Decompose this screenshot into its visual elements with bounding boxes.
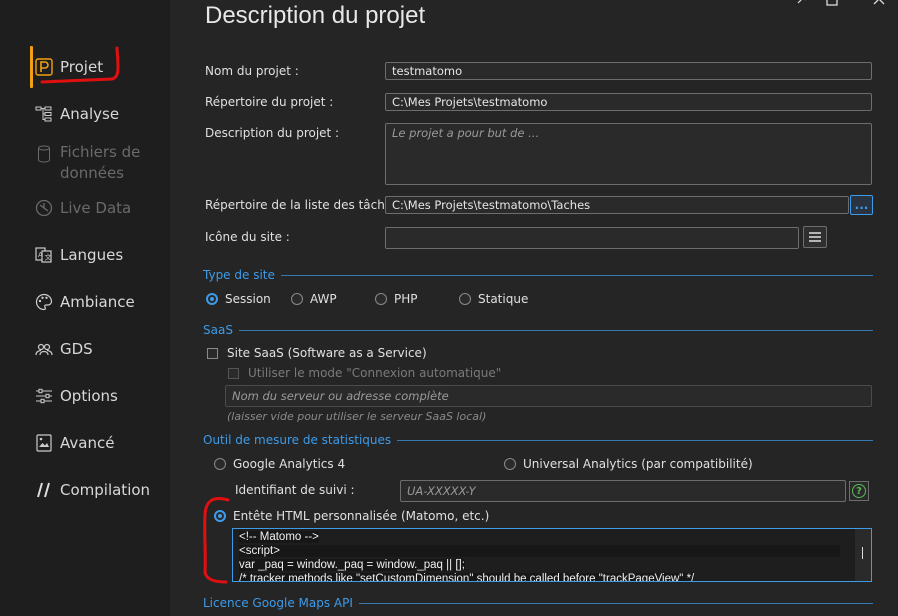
radio-custom-html-label: Entête HTML personnalisée (Matomo, etc.) xyxy=(233,509,490,523)
live-data-icon xyxy=(34,198,54,218)
pin-icon[interactable] xyxy=(795,0,809,6)
saas-server-hint: (laisser vide pour utiliser le serveur S… xyxy=(227,410,487,423)
tracking-id-label: Identifiant de suivi : xyxy=(235,483,355,497)
active-indicator xyxy=(30,46,33,88)
project-description-label: Description du projet : xyxy=(205,126,340,140)
sidebar-item-options[interactable]: Options xyxy=(34,381,118,411)
saas-checkbox[interactable]: Site SaaS (Software as a Service) xyxy=(207,346,427,360)
radio-ga4-label: Google Analytics 4 xyxy=(233,457,346,471)
code-line-3: var _paq = window._paq = window._paq || … xyxy=(239,559,465,571)
project-name-label: Nom du projet : xyxy=(205,64,299,78)
radio-custom-html-header[interactable]: Entête HTML personnalisée (Matomo, etc.) xyxy=(214,509,489,523)
sidebar-item-ambiance[interactable]: Ambiance xyxy=(34,287,135,317)
sidebar-item-label: Compilation xyxy=(60,481,151,499)
database-icon xyxy=(34,144,54,164)
radio-session[interactable]: Session xyxy=(206,292,271,306)
code-line-1: <!-- Matomo --> xyxy=(239,531,319,543)
sidebar-item-live-data[interactable]: Live Data xyxy=(34,193,131,223)
radio-session-label: Session xyxy=(225,292,271,306)
gds-users-icon xyxy=(34,339,54,359)
stats-title: Outil de mesure de statistiques xyxy=(203,433,392,447)
saas-checkbox-label: Site SaaS (Software as a Service) xyxy=(227,346,427,360)
analysis-tree-icon xyxy=(34,104,54,124)
project-p-icon xyxy=(34,57,54,77)
site-type-section-header: Type de site xyxy=(203,267,873,283)
hamburger-icon xyxy=(809,232,821,242)
radio-statique[interactable]: Statique xyxy=(459,292,528,306)
options-sliders-icon xyxy=(34,386,54,406)
advanced-image-icon xyxy=(34,433,54,453)
radio-statique-label: Statique xyxy=(478,292,529,306)
stats-section-header: Outil de mesure de statistiques xyxy=(203,432,873,448)
site-icon-menu-button[interactable] xyxy=(803,226,827,248)
saas-server-input[interactable]: Nom du serveur ou adresse complète xyxy=(225,385,872,407)
site-type-title: Type de site xyxy=(203,268,275,282)
radio-php-label: PHP xyxy=(394,292,418,306)
project-dir-input[interactable]: C:\Mes Projets\testmatomo xyxy=(385,93,872,111)
close-icon[interactable] xyxy=(872,0,886,6)
sidebar-item-label: Options xyxy=(60,387,118,405)
maps-title: Licence Google Maps API xyxy=(203,596,353,610)
radio-php[interactable]: PHP xyxy=(375,292,418,306)
tasks-dir-label: Répertoire de la liste des tâches : xyxy=(205,198,407,212)
tasks-dir-input[interactable]: C:\Mes Projets\testmatomo\Taches xyxy=(385,196,849,214)
help-question-icon: ? xyxy=(852,484,866,498)
saas-section-header: SaaS xyxy=(203,322,873,338)
sidebar-item-label: Live Data xyxy=(60,199,132,217)
site-icon-label: Icône du site : xyxy=(205,230,290,244)
languages-icon: A文 xyxy=(34,245,54,265)
radio-ua-label: Universal Analytics (par compatibilité) xyxy=(523,457,753,471)
tracking-id-input[interactable]: UA-XXXXX-Y xyxy=(400,480,846,502)
maximize-icon[interactable] xyxy=(826,0,840,6)
page-title: Description du projet xyxy=(205,2,426,29)
maps-section-header: Licence Google Maps API xyxy=(203,595,873,611)
radio-awp[interactable]: AWP xyxy=(291,292,337,306)
sidebar-item-langues[interactable]: A文 Langues xyxy=(34,240,123,270)
sidebar-item-gds[interactable]: GDS xyxy=(34,334,93,364)
sidebar-item-label: Analyse xyxy=(60,105,120,123)
code-line-4: /* tracker methods like "setCustomDimens… xyxy=(239,573,695,581)
project-dir-label: Répertoire du projet : xyxy=(205,95,334,109)
palette-icon xyxy=(34,292,54,312)
sidebar: Projet Analyse Fichiers de données Live … xyxy=(0,0,170,616)
sidebar-item-label-line2: données xyxy=(60,164,124,182)
custom-html-header-editor[interactable]: <!-- Matomo --> <script> var _paq = wind… xyxy=(232,528,872,582)
code-line-2: <script> xyxy=(239,545,280,558)
sidebar-item-label: Langues xyxy=(60,246,124,264)
sidebar-item-analyse[interactable]: Analyse xyxy=(34,99,119,129)
sidebar-item-label: Projet xyxy=(60,58,104,76)
editor-scrollbar[interactable] xyxy=(855,529,871,581)
auto-connect-label: Utiliser le mode "Connexion automatique" xyxy=(248,366,502,380)
radio-awp-label: AWP xyxy=(310,292,337,306)
compilation-slashes-icon xyxy=(34,480,54,500)
svg-text:A: A xyxy=(38,251,43,259)
sidebar-item-avance[interactable]: Avancé xyxy=(34,428,114,458)
sidebar-item-label: GDS xyxy=(60,340,93,358)
radio-google-analytics-4[interactable]: Google Analytics 4 xyxy=(214,457,345,471)
auto-connect-checkbox[interactable]: Utiliser le mode "Connexion automatique" xyxy=(228,366,501,380)
browse-tasks-button[interactable]: ... xyxy=(850,195,873,215)
svg-text:文: 文 xyxy=(45,253,52,262)
sidebar-item-fichiers-de-donnees[interactable]: Fichiers de données xyxy=(34,142,140,184)
red-annotation-bracket xyxy=(203,497,230,584)
sidebar-item-compilation[interactable]: Compilation xyxy=(34,475,150,505)
project-name-input[interactable]: testmatomo xyxy=(385,62,872,80)
tracking-help-button[interactable]: ? xyxy=(849,481,869,501)
sidebar-item-projet[interactable]: Projet xyxy=(34,52,103,82)
saas-title: SaaS xyxy=(203,323,233,337)
main-panel: Description du projet Nom du projet : te… xyxy=(170,0,898,616)
project-description-textarea[interactable]: Le projet a pour but de ... xyxy=(385,123,872,185)
radio-universal-analytics[interactable]: Universal Analytics (par compatibilité) xyxy=(504,457,753,471)
sidebar-item-label: Avancé xyxy=(60,434,115,452)
sidebar-item-label-line1: Fichiers de xyxy=(60,143,141,161)
site-icon-input[interactable] xyxy=(385,227,799,249)
sidebar-item-label: Ambiance xyxy=(60,293,135,311)
